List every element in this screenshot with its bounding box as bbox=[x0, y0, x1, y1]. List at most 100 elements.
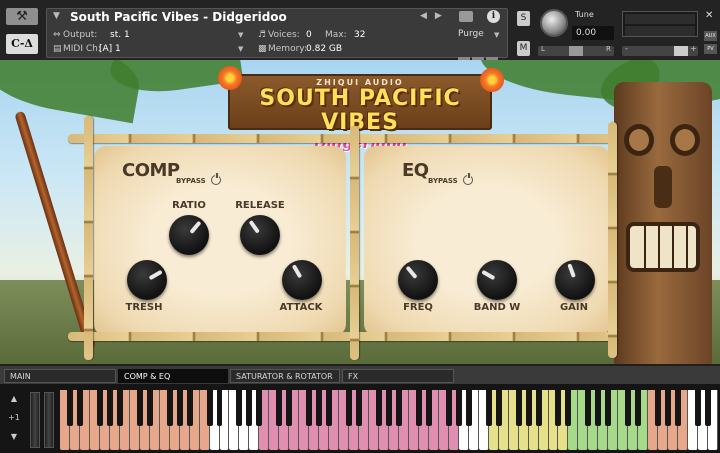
pan-slider-thumb[interactable] bbox=[569, 46, 583, 56]
black-key[interactable] bbox=[635, 390, 642, 426]
knob-label-release: RELEASE bbox=[235, 200, 285, 211]
black-key[interactable] bbox=[595, 390, 602, 426]
black-key[interactable] bbox=[186, 390, 193, 426]
gain-knob[interactable] bbox=[555, 260, 595, 300]
black-key[interactable] bbox=[525, 390, 532, 426]
tab-main[interactable]: MAIN bbox=[4, 369, 116, 383]
piano-keys[interactable] bbox=[60, 390, 718, 450]
black-key[interactable] bbox=[535, 390, 542, 426]
midi-dropdown-icon[interactable]: ▼ bbox=[238, 45, 243, 53]
bamboo-frame-bottom bbox=[68, 332, 616, 341]
black-key[interactable] bbox=[76, 390, 83, 426]
octave-down-icon[interactable]: ▼ bbox=[4, 432, 24, 441]
black-key[interactable] bbox=[246, 390, 253, 426]
pv-button[interactable]: PV bbox=[704, 44, 717, 54]
black-key[interactable] bbox=[176, 390, 183, 426]
black-key[interactable] bbox=[166, 390, 173, 426]
black-key[interactable] bbox=[106, 390, 113, 426]
black-key[interactable] bbox=[136, 390, 143, 426]
aux-button[interactable]: AUX bbox=[704, 31, 717, 41]
black-key[interactable] bbox=[675, 390, 682, 426]
tune-value[interactable]: 0.00 bbox=[572, 26, 614, 40]
black-key[interactable] bbox=[425, 390, 432, 426]
tab-comp-eq[interactable]: COMP & EQ bbox=[118, 369, 228, 383]
instrument-name[interactable]: South Pacific Vibes - Didgeridoo bbox=[70, 10, 287, 24]
black-key[interactable] bbox=[206, 390, 213, 426]
comp-bypass-power-icon[interactable] bbox=[211, 173, 221, 185]
black-key[interactable] bbox=[585, 390, 592, 426]
instrument-nav-arrows[interactable]: ◀▶ bbox=[420, 11, 450, 21]
camera-icon[interactable] bbox=[459, 11, 473, 22]
black-key[interactable] bbox=[276, 390, 283, 426]
knob-label-band-w: BAND W bbox=[473, 302, 521, 313]
pan-right-label: R bbox=[606, 45, 611, 53]
pitch-bend-wheel[interactable] bbox=[30, 392, 40, 448]
black-key[interactable] bbox=[395, 390, 402, 426]
hibiscus-flower-icon bbox=[480, 68, 504, 92]
black-key[interactable] bbox=[96, 390, 103, 426]
volume-slider[interactable]: - + bbox=[622, 44, 698, 56]
black-key[interactable] bbox=[655, 390, 662, 426]
black-key[interactable] bbox=[625, 390, 632, 426]
black-key[interactable] bbox=[485, 390, 492, 426]
black-key[interactable] bbox=[465, 390, 472, 426]
black-key[interactable] bbox=[306, 390, 313, 426]
black-key[interactable] bbox=[116, 390, 123, 426]
tresh-knob[interactable] bbox=[127, 260, 167, 300]
bamboo-frame-top bbox=[68, 134, 616, 143]
black-key[interactable] bbox=[665, 390, 672, 426]
output-dropdown-icon[interactable]: ▼ bbox=[238, 31, 243, 39]
black-key[interactable] bbox=[555, 390, 562, 426]
black-key[interactable] bbox=[256, 390, 263, 426]
solo-button[interactable]: S bbox=[517, 11, 530, 26]
output-arrow-icon: ⇔ bbox=[53, 30, 61, 40]
freq-knob[interactable] bbox=[398, 260, 438, 300]
eq-bypass-power-icon[interactable] bbox=[463, 173, 473, 185]
black-key[interactable] bbox=[146, 390, 153, 426]
octave-shift[interactable]: ▲ +1 ▼ bbox=[4, 390, 24, 448]
black-key[interactable] bbox=[326, 390, 333, 426]
black-key[interactable] bbox=[386, 390, 392, 426]
release-knob[interactable] bbox=[240, 215, 280, 255]
midi-icon: ▤ bbox=[53, 44, 62, 54]
wrench-icon[interactable]: ⚒ bbox=[6, 8, 38, 25]
band-w-knob[interactable] bbox=[477, 260, 517, 300]
tab-fx[interactable]: FX bbox=[342, 369, 454, 383]
collapse-arrow-icon[interactable]: ▼ bbox=[53, 11, 60, 21]
octave-up-icon[interactable]: ▲ bbox=[4, 394, 24, 403]
ratio-knob[interactable] bbox=[169, 215, 209, 255]
black-key[interactable] bbox=[455, 390, 462, 426]
output-value[interactable]: st. 1 bbox=[110, 30, 130, 40]
max-voices-value[interactable]: 32 bbox=[354, 30, 365, 40]
volume-slider-thumb[interactable] bbox=[674, 46, 688, 56]
black-key[interactable] bbox=[445, 390, 452, 426]
black-key[interactable] bbox=[695, 390, 702, 426]
mute-button[interactable]: M bbox=[517, 41, 530, 56]
black-key[interactable] bbox=[346, 390, 353, 426]
tab-saturator-rotator[interactable]: SATURATOR & ROTATOR bbox=[230, 369, 340, 383]
black-key[interactable] bbox=[286, 390, 293, 426]
black-key[interactable] bbox=[356, 390, 363, 426]
midi-value[interactable]: [A] 1 bbox=[99, 44, 121, 54]
tune-knob[interactable] bbox=[540, 9, 568, 37]
black-key[interactable] bbox=[515, 390, 522, 426]
pan-slider[interactable]: L R bbox=[538, 45, 614, 56]
black-key[interactable] bbox=[216, 390, 223, 426]
black-key[interactable] bbox=[376, 390, 382, 426]
purge-dropdown-icon[interactable]: ▼ bbox=[494, 31, 499, 39]
black-key[interactable] bbox=[415, 390, 422, 426]
black-key[interactable] bbox=[236, 390, 243, 426]
purge-button[interactable]: Purge bbox=[458, 29, 484, 39]
close-icon[interactable]: ✕ bbox=[705, 10, 713, 21]
mod-wheel[interactable] bbox=[44, 392, 54, 448]
black-key[interactable] bbox=[316, 390, 323, 426]
black-key[interactable] bbox=[565, 390, 572, 426]
black-key[interactable] bbox=[495, 390, 502, 426]
attack-knob[interactable] bbox=[282, 260, 322, 300]
knob-label-ratio: RATIO bbox=[172, 200, 206, 211]
black-key[interactable] bbox=[705, 390, 711, 426]
black-key[interactable] bbox=[605, 390, 612, 426]
black-key[interactable] bbox=[66, 390, 73, 426]
info-icon[interactable]: i bbox=[487, 10, 500, 23]
volume-plus-label: + bbox=[690, 44, 697, 53]
